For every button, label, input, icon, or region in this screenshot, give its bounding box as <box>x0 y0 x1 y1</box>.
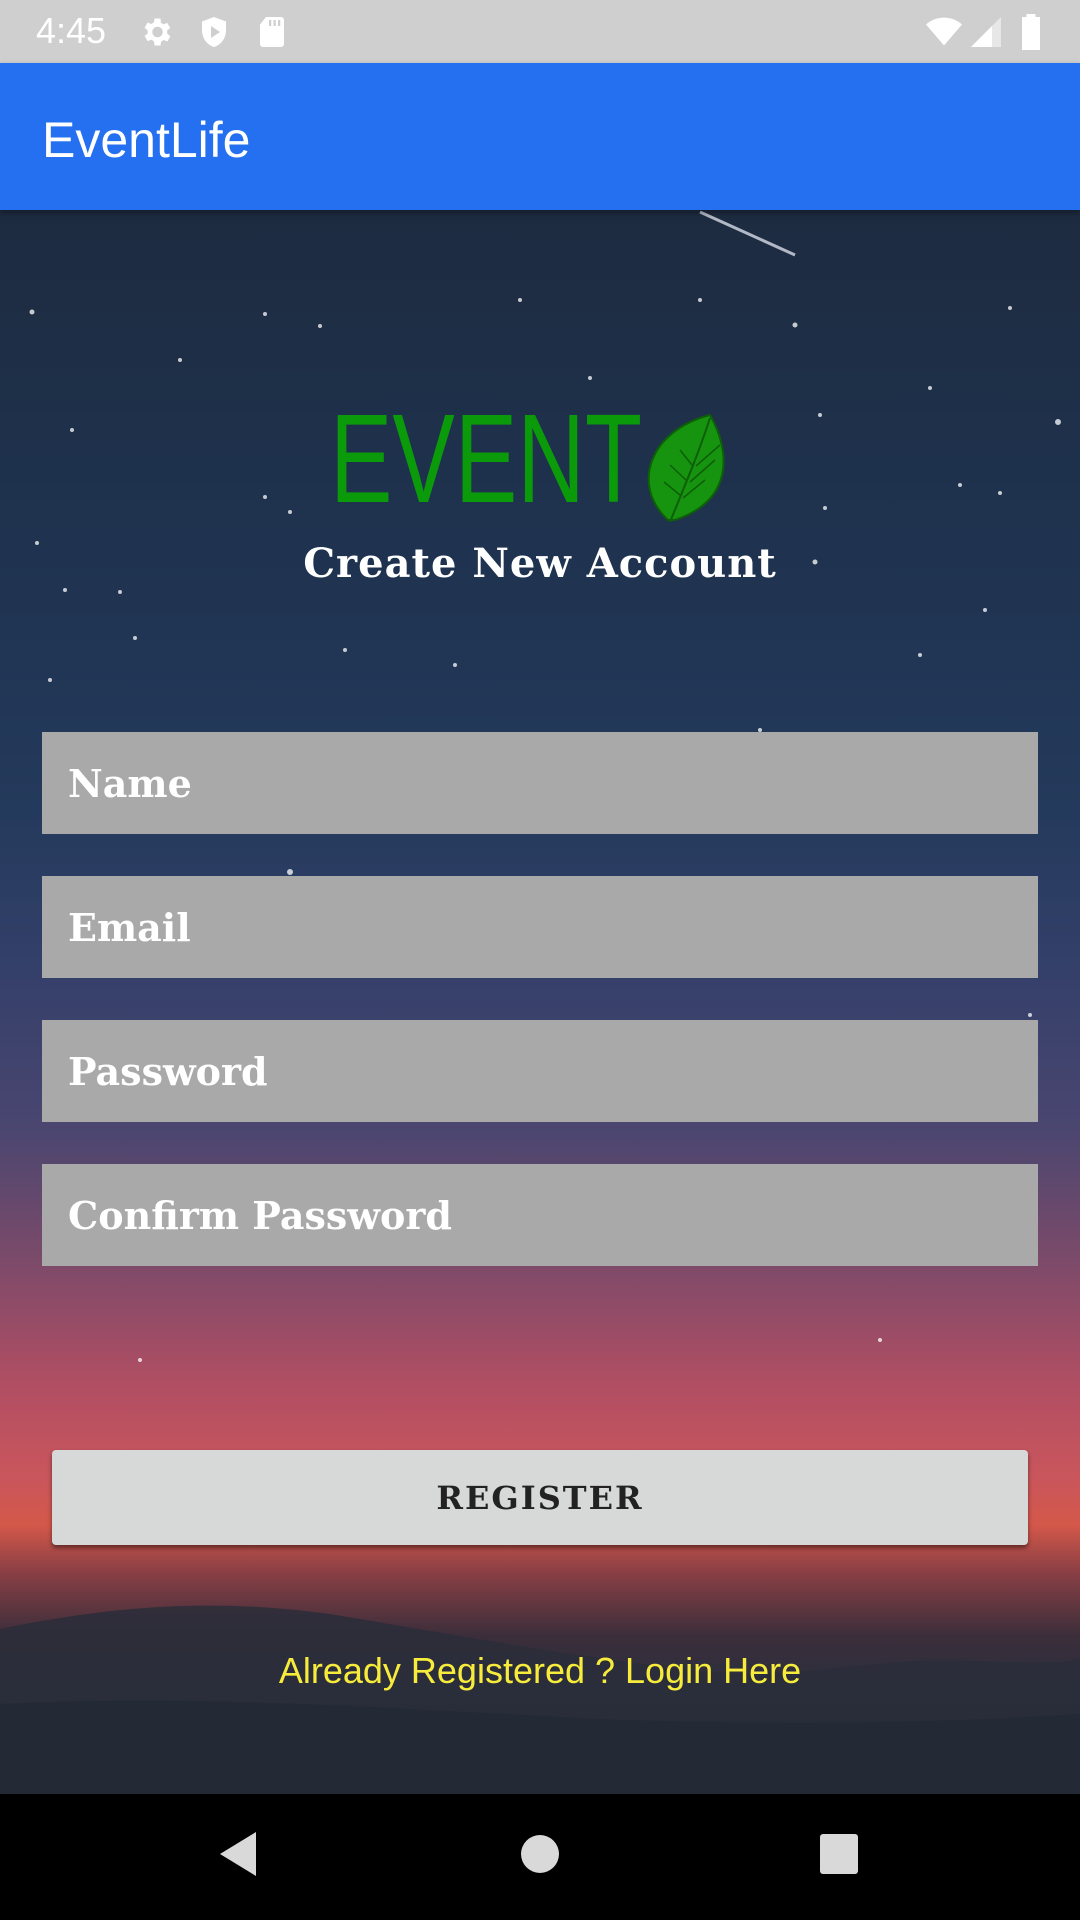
page-subtitle: Create New Account <box>303 540 777 587</box>
login-link[interactable]: Already Registered ? Login Here <box>0 1650 1080 1692</box>
back-icon[interactable] <box>216 1830 260 1878</box>
name-field[interactable]: Name <box>42 732 1038 834</box>
shield-play-icon <box>202 17 226 47</box>
logo-text: EVENT <box>330 390 642 529</box>
wifi-icon <box>926 17 962 46</box>
status-time: 4:45 <box>36 10 107 51</box>
recents-icon[interactable] <box>818 1830 860 1878</box>
navigation-bar <box>0 1794 1080 1920</box>
confirm-password-field[interactable]: Confirm Password <box>42 1164 1038 1266</box>
battery-icon <box>1022 14 1040 50</box>
app-bar: EventLife <box>0 63 1080 210</box>
password-field[interactable]: Password <box>42 1020 1038 1122</box>
event-logo: EVENT <box>330 390 725 529</box>
gear-icon <box>144 18 171 46</box>
app-title: EventLife <box>42 112 251 168</box>
home-icon[interactable] <box>520 1830 560 1878</box>
register-button[interactable]: REGISTER <box>52 1450 1028 1545</box>
status-bar: 4:45 <box>0 0 1080 63</box>
registration-screen: EVENT Create New Account Name Email Pass… <box>0 210 1080 1794</box>
signal-icon <box>971 17 1001 47</box>
sd-card-icon <box>260 17 284 47</box>
email-field[interactable]: Email <box>42 876 1038 978</box>
